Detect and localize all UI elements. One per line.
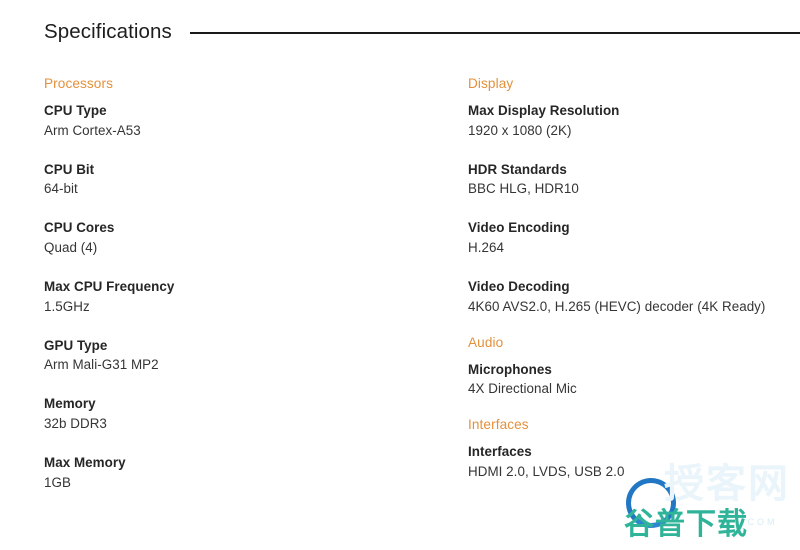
spec-item: CPU Cores Quad (4) xyxy=(44,218,444,258)
spec-value: BBC HLG, HDR10 xyxy=(468,181,579,197)
spec-value: Arm Cortex-A53 xyxy=(44,122,141,138)
spec-value: 1920 x 1080 (2K) xyxy=(468,122,572,138)
spec-label: Video Encoding xyxy=(468,220,570,236)
spec-label: Max Memory xyxy=(44,454,126,470)
specs-columns: Processors CPU Type Arm Cortex-A53 CPU Bit 6… xyxy=(0,76,800,550)
spec-label: GPU Type xyxy=(44,337,108,353)
spec-group: Display Max Display Resolution 1920 x 1080… xyxy=(468,76,798,317)
spec-value: 4K60 AVS2.0, H.265 (HEVC) decoder (4K Re… xyxy=(468,298,766,314)
spec-item: Memory 32b DDR3 xyxy=(44,394,444,434)
spec-value: H.264 xyxy=(468,240,504,256)
spec-group-title: Display xyxy=(468,76,514,91)
spec-group-title: Processors xyxy=(44,76,113,91)
spec-item: Max CPU Frequency 1.5GHz xyxy=(44,277,444,317)
spec-value: Arm Mali-G31 MP2 xyxy=(44,357,159,373)
spec-item: HDR Standards BBC HLG, HDR10 xyxy=(468,160,798,200)
spec-label: Interfaces xyxy=(468,444,532,460)
spec-group: Audio Microphones 4X Directional Mic xyxy=(468,335,798,400)
spec-item: Interfaces HDMI 2.0, LVDS, USB 2.0 xyxy=(468,442,798,482)
spec-label: CPU Cores xyxy=(44,220,115,236)
title-divider xyxy=(189,32,800,35)
spec-item: Max Memory 1GB xyxy=(44,453,444,493)
spec-label: Microphones xyxy=(468,361,552,377)
spec-item: Microphones 4X Directional Mic xyxy=(468,360,798,400)
spec-value: 4X Directional Mic xyxy=(468,381,577,397)
spec-item: Video Decoding 4K60 AVS2.0, H.265 (HEVC) … xyxy=(468,277,798,317)
specs-column-left: Processors CPU Type Arm Cortex-A53 CPU Bit 6… xyxy=(44,76,444,493)
spec-value: 1GB xyxy=(44,474,71,490)
page-title: Specifications xyxy=(44,20,172,43)
spec-label: HDR Standards xyxy=(468,161,567,177)
spec-value: Quad (4) xyxy=(44,240,98,256)
spec-item: GPU Type Arm Mali-G31 MP2 xyxy=(44,336,444,376)
spec-value: 1.5GHz xyxy=(44,298,90,314)
spec-label: Video Decoding xyxy=(468,278,570,294)
spec-label: Memory xyxy=(44,396,96,412)
spec-group-title: Interfaces xyxy=(468,417,529,433)
spec-label: CPU Bit xyxy=(44,161,95,177)
spec-value: 64-bit xyxy=(44,181,78,197)
spec-value: HDMI 2.0, LVDS, USB 2.0 xyxy=(468,464,625,480)
spec-group: Processors CPU Type Arm Cortex-A53 CPU Bit 6… xyxy=(44,76,444,493)
spec-label: Max Display Resolution xyxy=(468,102,620,118)
spec-value: 32b DDR3 xyxy=(44,416,107,432)
specs-column-right: Display Max Display Resolution 1920 x 1080… xyxy=(468,76,798,482)
spec-group-title: Audio xyxy=(468,334,504,350)
specifications-page: Specifications Processors CPU Type Arm Cor… xyxy=(0,0,800,550)
spec-item: Video Encoding H.264 xyxy=(468,218,798,258)
section-header: Specifications xyxy=(44,20,800,43)
spec-label: Max CPU Frequency xyxy=(44,278,175,294)
spec-item: CPU Type Arm Cortex-A53 xyxy=(44,101,444,141)
spec-item: CPU Bit 64-bit xyxy=(44,160,444,200)
spec-group: Interfaces Interfaces HDMI 2.0, LVDS, USB … xyxy=(468,417,798,482)
spec-item: Max Display Resolution 1920 x 1080 (2K) xyxy=(468,101,798,141)
spec-label: CPU Type xyxy=(44,102,107,118)
